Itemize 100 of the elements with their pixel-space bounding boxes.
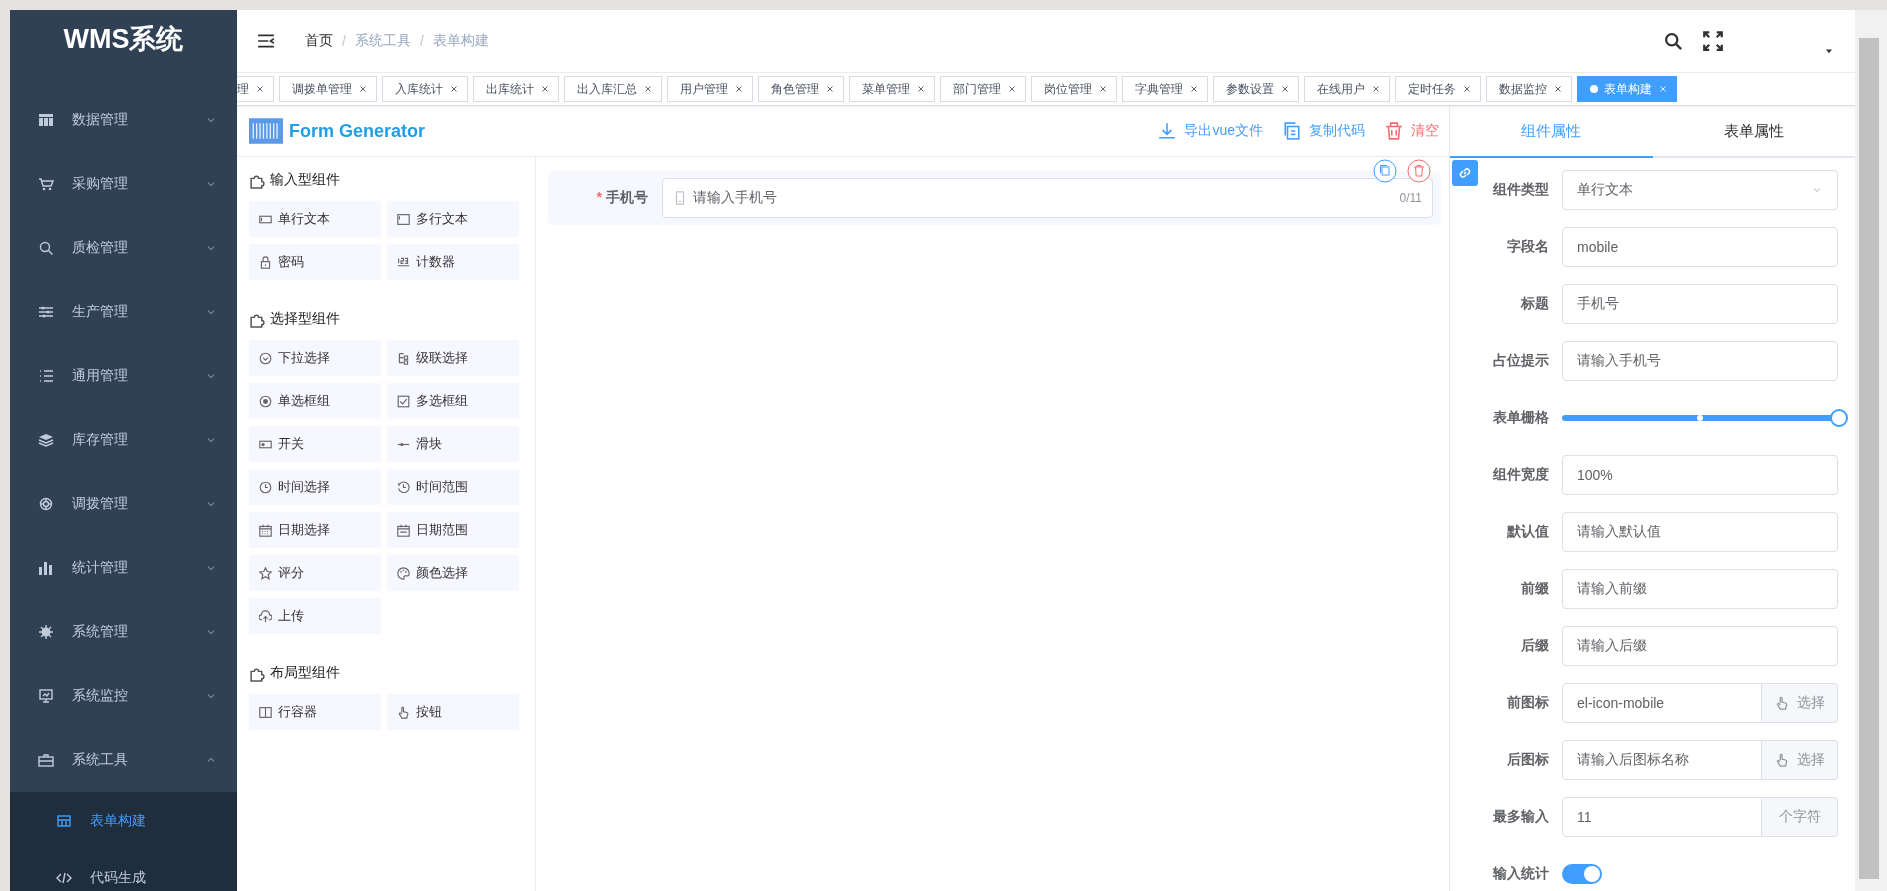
- field-label: * 手机号: [595, 189, 649, 207]
- select-field[interactable]: 单行文本: [1562, 170, 1838, 210]
- component-item[interactable]: 单行文本: [249, 201, 381, 237]
- close-icon[interactable]: [825, 84, 835, 94]
- component-item[interactable]: 级联选择: [387, 340, 519, 376]
- component-item[interactable]: 多行文本: [387, 201, 519, 237]
- form-item-card[interactable]: * 手机号 请输入手机号 0/11: [548, 171, 1441, 225]
- close-icon[interactable]: [1553, 84, 1563, 94]
- sidebar-menu-item[interactable]: 统计管理: [10, 536, 237, 600]
- close-icon[interactable]: [540, 84, 550, 94]
- page-tab[interactable]: 参数设置: [1213, 76, 1299, 102]
- input-field[interactable]: 请输入手机号 0/11: [662, 178, 1433, 218]
- input-suffix: 个字符: [1762, 797, 1838, 837]
- breadcrumb-separator: /: [342, 33, 346, 49]
- sidebar-menu-item[interactable]: 系统管理: [10, 600, 237, 664]
- component-item[interactable]: 开关: [249, 426, 381, 462]
- input-field[interactable]: 请输入默认值: [1562, 512, 1838, 552]
- component-item[interactable]: 密码: [249, 244, 381, 280]
- page-tab[interactable]: 定时任务: [1395, 76, 1481, 102]
- input-field[interactable]: el-icon-mobile: [1562, 683, 1762, 723]
- delete-icon[interactable]: [1407, 159, 1431, 183]
- component-item[interactable]: 评分: [249, 555, 381, 591]
- component-item[interactable]: 上传: [249, 598, 381, 634]
- component-item[interactable]: 滑块: [387, 426, 519, 462]
- columns-icon: [259, 705, 272, 719]
- page-tab[interactable]: 调拨单管理: [279, 76, 377, 102]
- component-item[interactable]: 按钮: [387, 694, 519, 730]
- sidebar-menu-item[interactable]: 数据管理: [10, 88, 237, 152]
- close-icon[interactable]: [1462, 84, 1472, 94]
- page-tab[interactable]: 出入库汇总: [564, 76, 662, 102]
- close-icon[interactable]: [1189, 84, 1199, 94]
- breadcrumb-item: 表单构建: [432, 32, 489, 50]
- page-tab[interactable]: 岗位管理: [1031, 76, 1117, 102]
- component-item[interactable]: 颜色选择: [387, 555, 519, 591]
- slider-thumb[interactable]: [1830, 409, 1848, 427]
- search-icon[interactable]: [1663, 31, 1683, 51]
- breadcrumb-item[interactable]: 首页: [305, 32, 333, 50]
- sidebar-menu-item[interactable]: 通用管理: [10, 344, 237, 408]
- close-icon[interactable]: [1098, 84, 1108, 94]
- close-icon[interactable]: [255, 84, 265, 94]
- slider[interactable]: [1562, 409, 1846, 427]
- breadcrumb-separator: /: [419, 33, 424, 49]
- link-icon[interactable]: [1452, 160, 1478, 186]
- sidebar-menu-item[interactable]: 生产管理: [10, 280, 237, 344]
- close-icon[interactable]: [1280, 84, 1290, 94]
- logo-icon: [249, 118, 283, 144]
- page-tab[interactable]: 字典管理: [1122, 76, 1208, 102]
- sidebar-menu-item[interactable]: 质检管理: [10, 216, 237, 280]
- page-tab[interactable]: 出库统计: [473, 76, 559, 102]
- close-icon[interactable]: [449, 84, 459, 94]
- copy-icon[interactable]: [1373, 159, 1397, 183]
- field-label: 组件类型: [1492, 181, 1550, 199]
- input-field[interactable]: 请输入前缀: [1562, 569, 1838, 609]
- component-item[interactable]: 日期范围: [387, 512, 519, 548]
- sidebar-menu-item[interactable]: 系统监控: [10, 664, 237, 728]
- component-item[interactable]: 行容器: [249, 694, 381, 730]
- page-tab[interactable]: 入库统计: [382, 76, 468, 102]
- sidebar-submenu-item[interactable]: 代码生成: [10, 849, 237, 891]
- download-icon: [1158, 122, 1177, 140]
- page-tab[interactable]: 角色管理: [758, 76, 844, 102]
- field-label: 后缀: [1520, 637, 1550, 655]
- close-icon[interactable]: [1371, 84, 1381, 94]
- component-item[interactable]: 多选框组: [387, 383, 519, 419]
- input-field[interactable]: 请输入手机号: [1562, 341, 1838, 381]
- component-item[interactable]: 日期选择: [249, 512, 381, 548]
- close-icon[interactable]: [734, 84, 744, 94]
- group-title: 输入型组件: [270, 171, 340, 189]
- component-item[interactable]: 时间选择: [249, 469, 381, 505]
- page-tab[interactable]: 数据监控: [1486, 76, 1572, 102]
- sidebar-menu-item[interactable]: 库存管理: [10, 408, 237, 472]
- component-item[interactable]: 时间范围: [387, 469, 519, 505]
- input-field[interactable]: 请输入后缀: [1562, 626, 1838, 666]
- page-tab[interactable]: 菜单管理: [849, 76, 935, 102]
- close-icon[interactable]: [1007, 84, 1017, 94]
- menu-icon[interactable]: [257, 32, 275, 50]
- sidebar-menu-item[interactable]: 采购管理: [10, 152, 237, 216]
- close-icon[interactable]: [643, 84, 653, 94]
- sidebar-menu-item[interactable]: 系统工具: [10, 728, 237, 792]
- input-field[interactable]: 100%: [1562, 455, 1838, 495]
- input-field[interactable]: 手机号: [1562, 284, 1838, 324]
- sidebar-submenu-item[interactable]: 表单构建: [10, 792, 237, 849]
- component-item[interactable]: 计数器: [387, 244, 519, 280]
- close-icon[interactable]: [916, 84, 926, 94]
- page-tab[interactable]: 在线用户: [1304, 76, 1390, 102]
- page-tab[interactable]: 用户管理: [667, 76, 753, 102]
- sidebar-menu-item[interactable]: 调拨管理: [10, 472, 237, 536]
- input-field[interactable]: mobile: [1562, 227, 1838, 267]
- component-item[interactable]: 下拉选择: [249, 340, 381, 376]
- component-item[interactable]: 单选框组: [249, 383, 381, 419]
- panel-tab[interactable]: 表单属性: [1652, 106, 1855, 158]
- scrollbar[interactable]: [1855, 10, 1887, 891]
- input-field[interactable]: 11: [1562, 797, 1762, 837]
- page-tab[interactable]: 部门管理: [940, 76, 1026, 102]
- number-icon: [397, 255, 410, 269]
- fullscreen-icon[interactable]: [1703, 31, 1723, 51]
- radio-icon: [259, 394, 272, 408]
- close-icon[interactable]: [358, 84, 368, 94]
- page-tab[interactable]: 理: [237, 76, 274, 102]
- input-field[interactable]: 请输入后图标名称: [1562, 740, 1762, 780]
- toggle-switch[interactable]: [1562, 864, 1602, 884]
